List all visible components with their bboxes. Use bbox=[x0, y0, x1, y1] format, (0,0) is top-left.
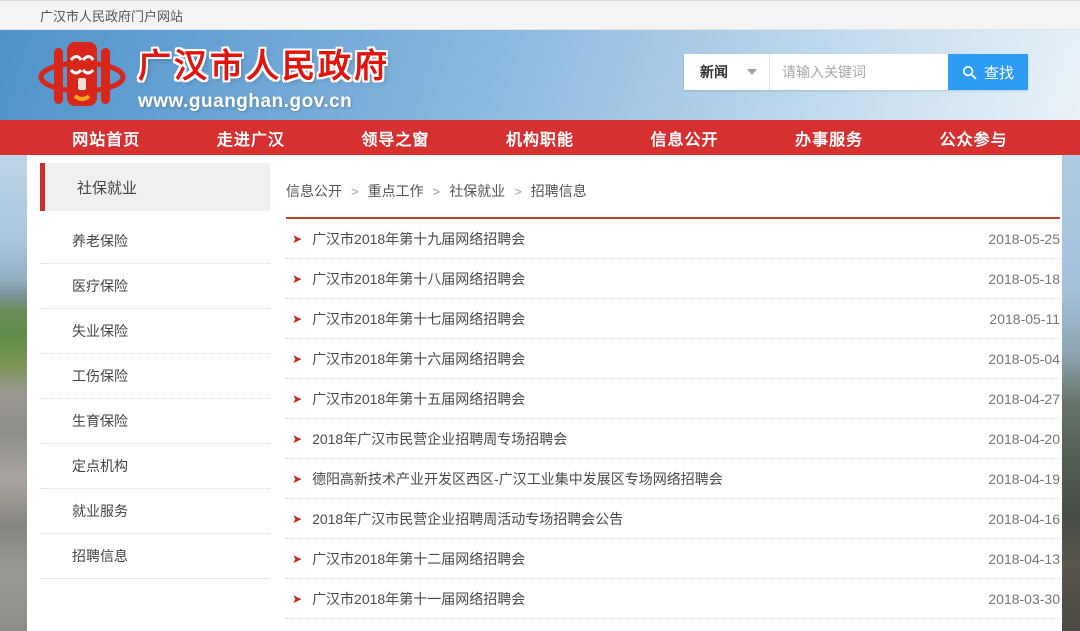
article-row: ➤ 广汉市2018年第十五届网络招聘会 2018-04-27 bbox=[286, 379, 1060, 419]
search-icon bbox=[962, 65, 977, 80]
nav-item-about[interactable]: 走进广汉 bbox=[217, 126, 285, 150]
site-url: www.guanghan.gov.cn bbox=[138, 91, 390, 113]
main-navigation: 网站首页 走进广汉 领导之窗 机构职能 信息公开 办事服务 公众参与 bbox=[0, 120, 1080, 155]
breadcrumb-item-recruitment[interactable]: 招聘信息 bbox=[531, 181, 587, 201]
sidebar-item-maternity[interactable]: 生育保险 bbox=[40, 399, 270, 444]
sidebar-item-employment[interactable]: 就业服务 bbox=[40, 489, 270, 534]
search-bar: 新闻 查找 bbox=[684, 54, 1028, 90]
site-brand[interactable]: 广汉市人民政府 www.guanghan.gov.cn bbox=[38, 38, 390, 114]
article-date: 2018-05-04 bbox=[988, 351, 1060, 367]
article-date: 2018-05-11 bbox=[989, 311, 1060, 327]
article-row: ➤ 2018年广汉市民营企业招聘周专场招聘会 2018-04-20 bbox=[286, 419, 1060, 459]
article-row: ➤ 广汉市2018年第十九届网络招聘会 2018-05-25 bbox=[286, 219, 1060, 259]
article-date: 2018-04-13 bbox=[988, 551, 1060, 567]
arrow-bullet-icon: ➤ bbox=[292, 233, 302, 245]
breadcrumb-item-key-work[interactable]: 重点工作 bbox=[368, 181, 424, 201]
nav-item-home[interactable]: 网站首页 bbox=[72, 126, 140, 150]
article-link[interactable]: 德阳高新技术产业开发区西区-广汉工业集中发展区专场网络招聘会 bbox=[312, 469, 968, 489]
article-row: ➤ 广汉市2018年第十八届网络招聘会 2018-05-18 bbox=[286, 259, 1060, 299]
top-utility-bar: 广汉市人民政府门户网站 bbox=[0, 0, 1080, 30]
sanxingdui-mask-icon bbox=[38, 38, 126, 114]
search-category-value: 新闻 bbox=[700, 62, 728, 82]
sidebar-item-designated[interactable]: 定点机构 bbox=[40, 444, 270, 489]
sidebar-menu: 养老保险 医疗保险 失业保险 工伤保险 生育保险 定点机构 就业服务 招聘信息 bbox=[40, 219, 270, 579]
main-panel: 信息公开 > 重点工作 > 社保就业 > 招聘信息 ➤ 广汉市2018年第十九届… bbox=[270, 155, 1062, 631]
article-date: 2018-05-18 bbox=[988, 271, 1060, 287]
arrow-bullet-icon: ➤ bbox=[292, 473, 302, 485]
arrow-bullet-icon: ➤ bbox=[292, 513, 302, 525]
article-date: 2018-04-20 bbox=[988, 431, 1060, 447]
article-link[interactable]: 广汉市2018年第十五届网络招聘会 bbox=[312, 389, 968, 409]
sidebar-section-title: 社保就业 bbox=[40, 163, 270, 211]
arrow-bullet-icon: ➤ bbox=[292, 353, 302, 365]
breadcrumb-item-social-security[interactable]: 社保就业 bbox=[449, 181, 505, 201]
article-link[interactable]: 2018年广汉市民营企业招聘周活动专场招聘会公告 bbox=[312, 509, 968, 529]
nav-item-leadership[interactable]: 领导之窗 bbox=[361, 126, 429, 150]
article-row: ➤ 广汉市2018年第十二届网络招聘会 2018-04-13 bbox=[286, 539, 1060, 579]
nav-item-functions[interactable]: 机构职能 bbox=[506, 126, 574, 150]
site-header: 广汉市人民政府 www.guanghan.gov.cn 新闻 查找 bbox=[0, 30, 1080, 120]
background-photo-right bbox=[1062, 155, 1080, 631]
sidebar-item-recruitment[interactable]: 招聘信息 bbox=[40, 534, 270, 579]
portal-site-note: 广汉市人民政府门户网站 bbox=[40, 6, 183, 25]
chevron-down-icon bbox=[747, 69, 757, 75]
nav-item-disclosure[interactable]: 信息公开 bbox=[651, 126, 719, 150]
article-link[interactable]: 广汉市2018年第十一届网络招聘会 bbox=[312, 589, 968, 609]
arrow-bullet-icon: ➤ bbox=[292, 313, 302, 325]
article-date: 2018-04-27 bbox=[988, 391, 1060, 407]
article-row: ➤ 广汉市2018年第十一届网络招聘会 2018-03-30 bbox=[286, 579, 1060, 619]
search-button-label: 查找 bbox=[984, 62, 1014, 83]
article-link[interactable]: 广汉市2018年第十六届网络招聘会 bbox=[312, 349, 968, 369]
article-row: ➤ 德阳高新技术产业开发区西区-广汉工业集中发展区专场网络招聘会 2018-04… bbox=[286, 459, 1060, 499]
arrow-bullet-icon: ➤ bbox=[292, 393, 302, 405]
breadcrumb-separator: > bbox=[433, 184, 441, 199]
article-date: 2018-05-25 bbox=[988, 231, 1060, 247]
article-link[interactable]: 广汉市2018年第十七届网络招聘会 bbox=[312, 309, 969, 329]
article-date: 2018-04-16 bbox=[988, 511, 1060, 527]
breadcrumb-separator: > bbox=[514, 184, 522, 199]
page-panel: 社保就业 养老保险 医疗保险 失业保险 工伤保险 生育保险 定点机构 就业服务 … bbox=[27, 155, 1062, 631]
arrow-bullet-icon: ➤ bbox=[292, 433, 302, 445]
sidebar-item-unemployment[interactable]: 失业保险 bbox=[40, 309, 270, 354]
article-row: ➤ 2018年广汉市民营企业招聘周活动专场招聘会公告 2018-04-16 bbox=[286, 499, 1060, 539]
sidebar-item-work-injury[interactable]: 工伤保险 bbox=[40, 354, 270, 399]
background-photo-left bbox=[0, 155, 27, 631]
sidebar-section-title-label: 社保就业 bbox=[77, 177, 137, 198]
article-list: ➤ 广汉市2018年第十九届网络招聘会 2018-05-25 ➤ 广汉市2018… bbox=[286, 219, 1060, 619]
nav-item-participation[interactable]: 公众参与 bbox=[940, 126, 1008, 150]
article-link[interactable]: 广汉市2018年第十二届网络招聘会 bbox=[312, 549, 968, 569]
sidebar-item-medical[interactable]: 医疗保险 bbox=[40, 264, 270, 309]
article-date: 2018-04-19 bbox=[988, 471, 1060, 487]
article-date: 2018-03-30 bbox=[988, 591, 1060, 607]
article-row: ➤ 广汉市2018年第十六届网络招聘会 2018-05-04 bbox=[286, 339, 1060, 379]
article-link[interactable]: 广汉市2018年第十八届网络招聘会 bbox=[312, 269, 968, 289]
sidebar: 社保就业 养老保险 医疗保险 失业保险 工伤保险 生育保险 定点机构 就业服务 … bbox=[27, 155, 270, 631]
article-link[interactable]: 广汉市2018年第十九届网络招聘会 bbox=[312, 229, 968, 249]
search-button[interactable]: 查找 bbox=[948, 54, 1028, 90]
article-row: ➤ 广汉市2018年第十七届网络招聘会 2018-05-11 bbox=[286, 299, 1060, 339]
arrow-bullet-icon: ➤ bbox=[292, 273, 302, 285]
search-category-dropdown[interactable]: 新闻 bbox=[684, 54, 770, 90]
arrow-bullet-icon: ➤ bbox=[292, 593, 302, 605]
nav-item-services[interactable]: 办事服务 bbox=[795, 126, 863, 150]
breadcrumb-item-disclosure[interactable]: 信息公开 bbox=[286, 181, 342, 201]
breadcrumb-separator: > bbox=[351, 184, 359, 199]
arrow-bullet-icon: ➤ bbox=[292, 553, 302, 565]
site-title: 广汉市人民政府 bbox=[138, 39, 390, 87]
breadcrumb: 信息公开 > 重点工作 > 社保就业 > 招聘信息 bbox=[286, 181, 1060, 201]
search-input[interactable] bbox=[770, 54, 948, 90]
article-link[interactable]: 2018年广汉市民营企业招聘周专场招聘会 bbox=[312, 429, 968, 449]
content-area: 社保就业 养老保险 医疗保险 失业保险 工伤保险 生育保险 定点机构 就业服务 … bbox=[0, 155, 1080, 631]
sidebar-item-pension[interactable]: 养老保险 bbox=[40, 219, 270, 264]
